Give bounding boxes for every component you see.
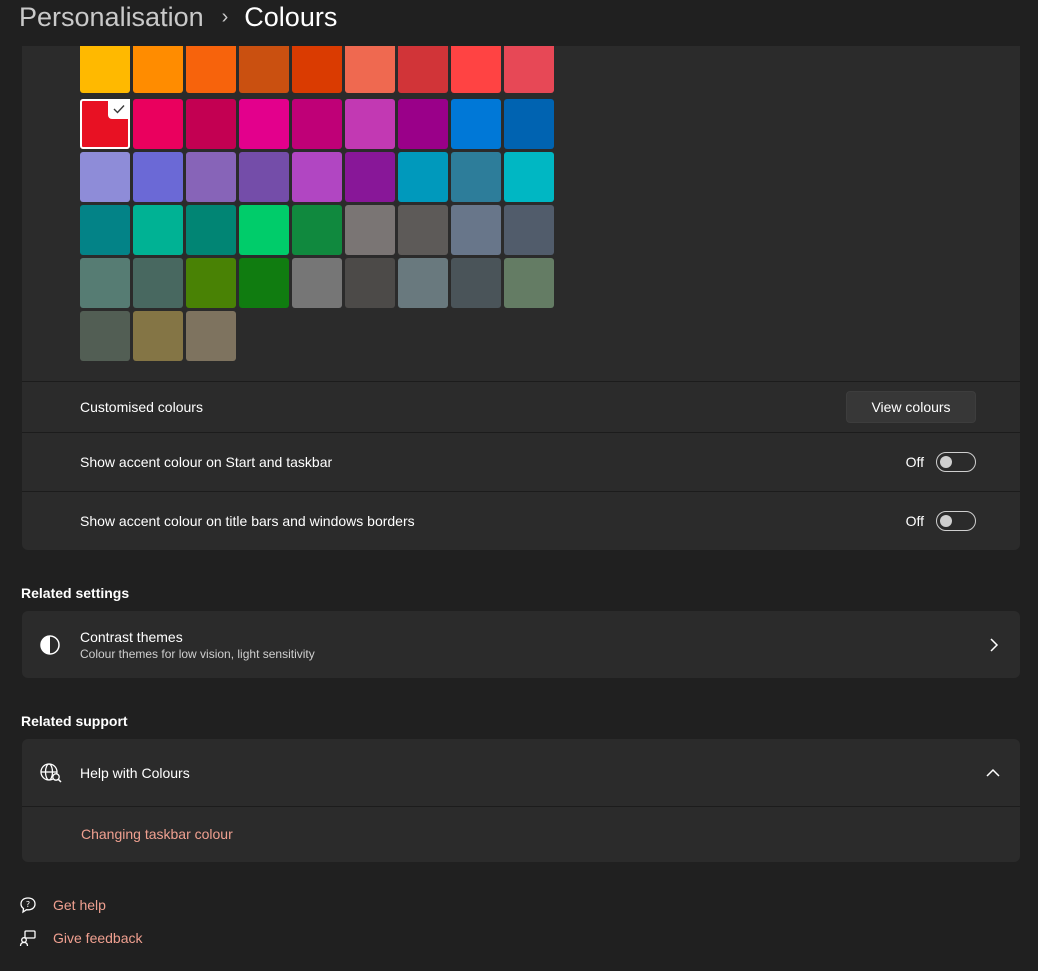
colour-swatch[interactable] [345,152,395,202]
toggle-knob [940,515,952,527]
svg-text:?: ? [26,900,30,909]
breadcrumb: Personalisation › Colours [19,0,337,34]
colour-swatch[interactable] [504,46,554,93]
colour-swatch[interactable] [345,205,395,255]
colour-swatch[interactable] [398,46,448,93]
colour-swatch[interactable] [186,99,236,149]
colour-swatch[interactable] [345,46,395,93]
colour-swatch[interactable] [345,99,395,149]
colour-swatch[interactable] [133,99,183,149]
colour-swatch[interactable] [133,258,183,308]
colour-swatch[interactable] [186,205,236,255]
colour-swatch[interactable] [504,205,554,255]
accent-colour-grid [80,46,554,361]
accent-colour-card: Customised colours View colours Show acc… [22,46,1020,550]
start-taskbar-label: Show accent colour on Start and taskbar [80,454,333,470]
contrast-themes-description: Colour themes for low vision, light sens… [80,647,315,661]
give-feedback-label: Give feedback [53,930,143,946]
colour-swatch[interactable] [186,46,236,93]
colour-swatch[interactable] [292,46,342,93]
colour-swatch[interactable] [504,258,554,308]
colour-swatch[interactable] [186,152,236,202]
globe-help-icon [39,762,63,784]
checkmark-icon [108,99,130,119]
contrast-themes-title: Contrast themes [80,629,183,645]
colour-swatch[interactable] [292,152,342,202]
divider [22,806,1020,807]
title-bars-row: Show accent colour on title bars and win… [22,492,1020,550]
related-settings-heading: Related settings [21,585,130,601]
colour-swatch[interactable] [451,152,501,202]
colour-swatch[interactable] [239,205,289,255]
colour-swatch[interactable] [133,152,183,202]
colour-swatch[interactable] [239,152,289,202]
colour-swatch[interactable] [292,258,342,308]
title-bars-state: Off [905,513,924,529]
help-with-colours-expander[interactable]: Help with Colours [22,739,1020,806]
colour-swatch[interactable] [451,99,501,149]
feedback-icon [19,929,37,947]
start-taskbar-state: Off [905,454,924,470]
colour-swatch[interactable] [80,258,130,308]
colour-swatch[interactable] [80,205,130,255]
contrast-themes-link[interactable]: Contrast themes Colour themes for low vi… [22,611,1020,678]
view-colours-button[interactable]: View colours [846,391,976,423]
colour-swatch[interactable] [398,205,448,255]
chevron-right-icon [988,637,1000,652]
colour-swatch[interactable] [504,99,554,149]
related-support-heading: Related support [21,713,128,729]
help-with-colours-title: Help with Colours [80,765,190,781]
colour-swatch[interactable] [292,99,342,149]
title-bars-toggle[interactable] [936,511,976,531]
colour-swatch[interactable] [504,152,554,202]
get-help-icon: ? [19,896,37,914]
contrast-icon [39,634,61,656]
colour-swatch[interactable] [451,205,501,255]
colour-swatch[interactable] [451,258,501,308]
colour-swatch[interactable] [292,205,342,255]
custom-colours-row: Customised colours View colours [22,382,1020,432]
colour-swatch[interactable] [186,311,236,361]
colour-swatch[interactable] [239,99,289,149]
colour-swatch[interactable] [186,258,236,308]
start-taskbar-toggle[interactable] [936,452,976,472]
colour-swatch[interactable] [133,311,183,361]
start-taskbar-row: Show accent colour on Start and taskbar … [22,433,1020,491]
colour-swatch[interactable] [398,99,448,149]
custom-colours-label: Customised colours [80,399,203,415]
colour-swatch[interactable] [451,46,501,93]
title-bars-label: Show accent colour on title bars and win… [80,513,415,529]
toggle-knob [940,456,952,468]
colour-swatch[interactable] [345,258,395,308]
colour-swatch[interactable] [80,46,130,93]
help-card: Help with Colours Changing taskbar colou… [22,739,1020,862]
chevron-up-icon [986,768,1000,778]
colour-swatch[interactable] [80,99,130,149]
colour-swatch[interactable] [80,152,130,202]
page-title: Colours [244,2,338,32]
changing-taskbar-colour-link[interactable]: Changing taskbar colour [81,826,233,842]
colour-swatch[interactable] [239,46,289,93]
chevron-right-icon: › [221,6,229,28]
give-feedback-link[interactable]: Give feedback [19,929,143,947]
colour-swatch[interactable] [80,311,130,361]
colour-swatch[interactable] [398,258,448,308]
colour-swatch[interactable] [133,46,183,93]
colour-swatch[interactable] [398,152,448,202]
get-help-link[interactable]: ? Get help [19,896,106,914]
colour-swatch[interactable] [239,258,289,308]
get-help-label: Get help [53,897,106,913]
breadcrumb-parent[interactable]: Personalisation [19,0,204,34]
colour-swatch[interactable] [133,205,183,255]
